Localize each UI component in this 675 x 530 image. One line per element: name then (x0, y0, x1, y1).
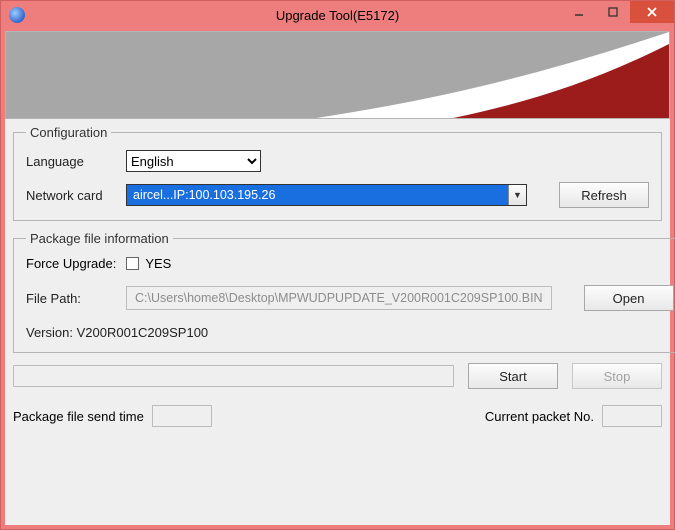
network-card-value: aircel...IP:100.103.195.26 (127, 185, 508, 205)
send-time-value (152, 405, 212, 427)
network-card-select[interactable]: aircel...IP:100.103.195.26 ▼ (126, 184, 527, 206)
minimize-icon (574, 7, 584, 17)
packet-no-value (602, 405, 662, 427)
start-button[interactable]: Start (468, 363, 558, 389)
version-value: V200R001C209SP100 (77, 325, 209, 340)
chevron-down-icon: ▼ (508, 185, 526, 205)
window-title: Upgrade Tool(E5172) (276, 8, 399, 23)
header-banner (5, 31, 670, 119)
send-time-label: Package file send time (13, 409, 144, 424)
version-row: Version: V200R001C209SP100 (26, 325, 674, 340)
app-icon (9, 7, 25, 23)
close-button[interactable] (630, 1, 674, 23)
maximize-button[interactable] (596, 1, 630, 23)
version-label: Version: (26, 325, 73, 340)
packet-no-label: Current packet No. (485, 409, 594, 424)
file-path-field: C:\Users\home8\Desktop\MPWUDPUPDATE_V200… (126, 286, 552, 310)
stop-button[interactable]: Stop (572, 363, 662, 389)
network-card-label: Network card (26, 188, 116, 203)
package-info-legend: Package file information (26, 231, 173, 246)
force-upgrade-yes: YES (145, 256, 171, 271)
close-icon (646, 6, 658, 18)
refresh-button[interactable]: Refresh (559, 182, 649, 208)
file-path-label: File Path: (26, 291, 116, 306)
progress-bar (13, 365, 454, 387)
app-window: Upgrade Tool(E5172) Configuration Langua… (0, 0, 675, 530)
language-select[interactable]: English (126, 150, 261, 172)
package-info-group: Package file information Force Upgrade: … (13, 231, 675, 353)
window-controls (562, 1, 674, 23)
configuration-group: Configuration Language English Network c… (13, 125, 662, 221)
open-button[interactable]: Open (584, 285, 674, 311)
maximize-icon (608, 7, 618, 17)
stats-row: Package file send time Current packet No… (13, 405, 662, 427)
minimize-button[interactable] (562, 1, 596, 23)
action-row: Start Stop (13, 363, 662, 389)
titlebar: Upgrade Tool(E5172) (1, 1, 674, 29)
configuration-legend: Configuration (26, 125, 111, 140)
force-upgrade-label: Force Upgrade: (26, 256, 116, 271)
language-label: Language (26, 154, 116, 169)
client-area: Configuration Language English Network c… (5, 119, 670, 525)
force-upgrade-checkbox[interactable] (126, 257, 139, 270)
